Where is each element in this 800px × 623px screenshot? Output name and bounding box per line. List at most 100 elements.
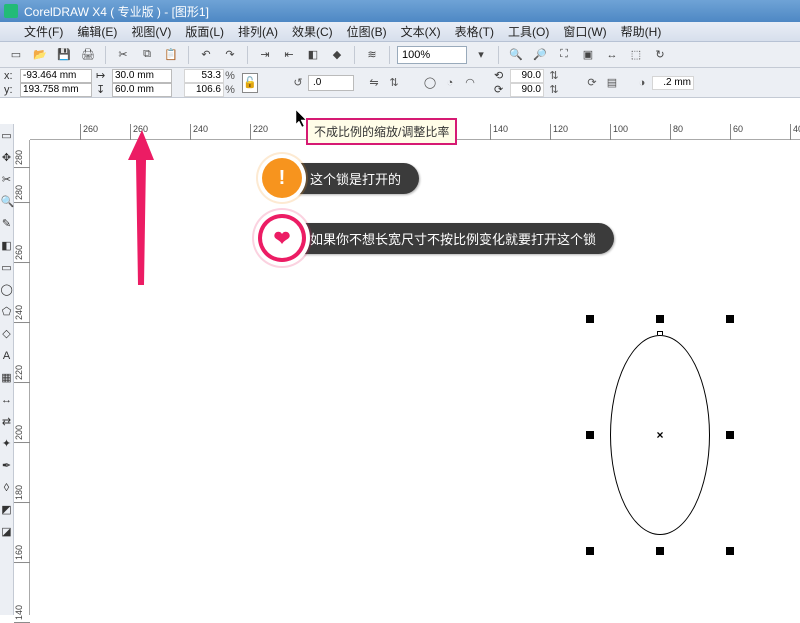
y-input[interactable] xyxy=(20,83,92,97)
smart-fill-tool[interactable]: ◧ xyxy=(1,238,13,254)
refresh-button[interactable]: ↻ xyxy=(650,45,670,65)
spinner-icon[interactable]: ⇅ xyxy=(545,81,563,99)
menu-layout[interactable]: 版面(L) xyxy=(185,23,224,40)
canvas[interactable]: 不成比例的缩放/调整比率 ! 这个锁是打开的 ❤ 如果你不想长宽尺寸不按比例变化… xyxy=(30,140,800,615)
pick-tool[interactable]: ▭ xyxy=(1,128,13,144)
menu-window[interactable]: 窗口(W) xyxy=(563,23,606,40)
menu-file[interactable]: 文件(F) xyxy=(24,23,63,40)
ruler-tick: 100 xyxy=(610,124,628,140)
menu-text[interactable]: 文本(X) xyxy=(401,23,441,40)
import-button[interactable]: ⇥ xyxy=(255,45,275,65)
wrap-button[interactable]: ▤ xyxy=(603,74,621,92)
basic-shapes-tool[interactable]: ◇ xyxy=(1,326,13,342)
zoom-in-button[interactable]: 🔍 xyxy=(506,45,526,65)
fill-tool[interactable]: ◩ xyxy=(1,502,13,518)
ruler-tick: 280 xyxy=(14,185,30,203)
rotate-icon: ↺ xyxy=(289,74,307,92)
pie-button[interactable]: ◔ xyxy=(441,74,459,92)
arc-button[interactable]: ◠ xyxy=(461,74,479,92)
zoom-width-button[interactable]: ↔ xyxy=(602,45,622,65)
interactive-tool[interactable]: ✦ xyxy=(1,436,13,452)
app-launcher-button[interactable]: ◧ xyxy=(303,45,323,65)
sel-handle-br[interactable] xyxy=(726,547,734,555)
paste-button[interactable]: 📋 xyxy=(161,45,181,65)
zoom-out-button[interactable]: 🔎 xyxy=(530,45,550,65)
menu-effects[interactable]: 效果(C) xyxy=(292,23,333,40)
width-icon: ↦ xyxy=(96,69,112,83)
open-button[interactable]: 📂 xyxy=(30,45,50,65)
outline-width-input[interactable] xyxy=(652,76,694,90)
sel-handle-tl[interactable] xyxy=(586,315,594,323)
ellipse-tool[interactable]: ◯ xyxy=(1,282,13,298)
sel-handle-ml[interactable] xyxy=(586,431,594,439)
table-tool[interactable]: ▦ xyxy=(1,370,13,386)
outline-tool[interactable]: ◊ xyxy=(1,480,13,496)
zoom-dropdown-icon[interactable]: ▾ xyxy=(471,45,491,65)
sel-handle-tr[interactable] xyxy=(726,315,734,323)
menu-edit[interactable]: 编辑(E) xyxy=(77,23,117,40)
copy-button[interactable]: ⧉ xyxy=(137,45,157,65)
x-input[interactable] xyxy=(20,69,92,83)
direction-button[interactable]: ⟳ xyxy=(583,74,601,92)
zoom-fit-button[interactable]: ⛶ xyxy=(554,45,574,65)
separator xyxy=(105,46,106,64)
sel-handle-bc[interactable] xyxy=(656,547,664,555)
sel-handle-mr[interactable] xyxy=(726,431,734,439)
standard-toolbar: ▭ 📂 💾 🖨 ✂ ⧉ 📋 ↶ ↷ ⇥ ⇤ ◧ ◆ ≋ ▾ 🔍 🔎 ⛶ ▣ ↔ … xyxy=(0,42,800,68)
mirror-h-button[interactable]: ⇋ xyxy=(365,74,383,92)
sel-handle-bl[interactable] xyxy=(586,547,594,555)
y-label: y: xyxy=(4,83,20,97)
zoom-tool[interactable]: 🔍 xyxy=(1,194,13,210)
menu-bitmap[interactable]: 位图(B) xyxy=(347,23,387,40)
welcome-button[interactable]: ◆ xyxy=(327,45,347,65)
rectangle-tool[interactable]: ▭ xyxy=(1,260,13,276)
width-input[interactable] xyxy=(112,69,172,83)
size-group: ↦ ↧ xyxy=(96,69,172,97)
rotation-input[interactable] xyxy=(308,75,354,91)
mirror-v-button[interactable]: ⇅ xyxy=(385,74,403,92)
save-button[interactable]: 💾 xyxy=(54,45,74,65)
export-button[interactable]: ⇤ xyxy=(279,45,299,65)
rotation-group: ↺ xyxy=(288,74,354,92)
polygon-tool[interactable]: ⬠ xyxy=(1,304,13,320)
zoom-selection-button[interactable]: ⬚ xyxy=(626,45,646,65)
end-angle-input[interactable] xyxy=(510,83,544,97)
menu-help[interactable]: 帮助(H) xyxy=(621,23,662,40)
new-button[interactable]: ▭ xyxy=(6,45,26,65)
scale-x-input[interactable] xyxy=(184,69,224,83)
start-angle-input[interactable] xyxy=(510,69,544,83)
ruler-tick: 140 xyxy=(14,605,30,623)
end-angle-icon: ⟳ xyxy=(494,83,510,97)
dimension-tool[interactable]: ↔ xyxy=(1,392,13,408)
menu-tools[interactable]: 工具(O) xyxy=(508,23,549,40)
eyedropper-tool[interactable]: ✒ xyxy=(1,458,13,474)
scale-y-input[interactable] xyxy=(184,83,224,97)
text-tool[interactable]: A xyxy=(1,348,13,364)
ruler-vertical[interactable]: 280280260240220200180160140 xyxy=(14,140,30,615)
options-button[interactable]: ≋ xyxy=(362,45,382,65)
sel-center-marker[interactable]: × xyxy=(656,428,663,442)
lock-ratio-button[interactable]: 🔓 xyxy=(242,73,258,93)
ellipse-button[interactable]: ◯ xyxy=(421,74,439,92)
cursor-icon xyxy=(296,110,308,128)
interactive-fill-tool[interactable]: ◪ xyxy=(1,524,13,540)
menu-bar: 文件(F) 编辑(E) 视图(V) 版面(L) 排列(A) 效果(C) 位图(B… xyxy=(0,22,800,42)
zoom-level-input[interactable] xyxy=(397,46,467,64)
ruler-tick: 260 xyxy=(14,245,30,263)
zoom-page-button[interactable]: ▣ xyxy=(578,45,598,65)
menu-table[interactable]: 表格(T) xyxy=(455,23,494,40)
connector-tool[interactable]: ⇄ xyxy=(1,414,13,430)
freehand-tool[interactable]: ✎ xyxy=(1,216,13,232)
height-input[interactable] xyxy=(112,83,172,97)
menu-view[interactable]: 视图(V) xyxy=(131,23,171,40)
crop-tool[interactable]: ✂ xyxy=(1,172,13,188)
cut-button[interactable]: ✂ xyxy=(113,45,133,65)
redo-button[interactable]: ↷ xyxy=(220,45,240,65)
menu-arrange[interactable]: 排列(A) xyxy=(238,23,278,40)
ellipse-node-top[interactable] xyxy=(657,331,663,335)
sel-handle-tc[interactable] xyxy=(656,315,664,323)
exclamation-icon: ! xyxy=(262,158,302,198)
shape-tool[interactable]: ✥ xyxy=(1,150,13,166)
print-button[interactable]: 🖨 xyxy=(78,45,98,65)
undo-button[interactable]: ↶ xyxy=(196,45,216,65)
